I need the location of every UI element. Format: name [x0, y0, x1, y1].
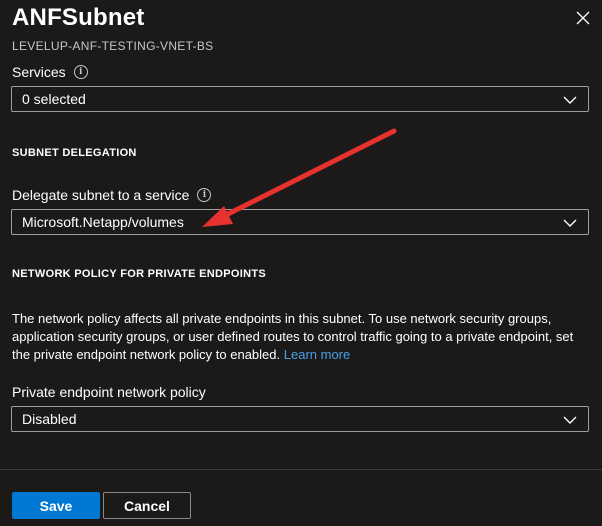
close-button[interactable] [572, 7, 594, 29]
network-policy-heading: NETWORK POLICY FOR PRIVATE ENDPOINTS [12, 268, 267, 280]
delegate-service-dropdown[interactable]: Microsoft.Netapp/volumes [11, 209, 589, 235]
learn-more-link[interactable]: Learn more [284, 347, 350, 362]
cancel-button[interactable]: Cancel [103, 492, 191, 519]
subnet-edit-panel: ANFSubnet LEVELUP-ANF-TESTING-VNET-BS Se… [0, 0, 602, 526]
delegate-label: Delegate subnet to a service [12, 187, 190, 203]
subnet-delegation-heading: SUBNET DELEGATION [12, 147, 137, 159]
services-label: Services [12, 64, 66, 80]
policy-label-row: Private endpoint network policy [12, 384, 206, 400]
page-subtitle: LEVELUP-ANF-TESTING-VNET-BS [12, 39, 214, 53]
info-icon[interactable]: i [73, 65, 88, 79]
services-label-row: Services i [12, 64, 88, 80]
chevron-down-icon [563, 96, 577, 104]
chevron-down-icon [563, 416, 577, 424]
save-button[interactable]: Save [12, 492, 100, 519]
page-title: ANFSubnet [12, 4, 145, 31]
private-endpoint-policy-value: Disabled [22, 411, 77, 427]
delegate-service-dropdown-value: Microsoft.Netapp/volumes [22, 214, 184, 230]
services-dropdown-value: 0 selected [22, 91, 86, 107]
close-icon [576, 11, 590, 25]
private-endpoint-policy-label: Private endpoint network policy [12, 384, 206, 400]
info-icon[interactable]: i [197, 188, 212, 202]
private-endpoint-policy-dropdown[interactable]: Disabled [11, 406, 589, 432]
network-policy-description: The network policy affects all private e… [12, 310, 592, 364]
red-arrow-annotation [202, 128, 397, 227]
delegate-label-row: Delegate subnet to a service i [12, 187, 212, 203]
footer-divider [0, 469, 602, 470]
chevron-down-icon [563, 219, 577, 227]
services-dropdown[interactable]: 0 selected [11, 86, 589, 112]
